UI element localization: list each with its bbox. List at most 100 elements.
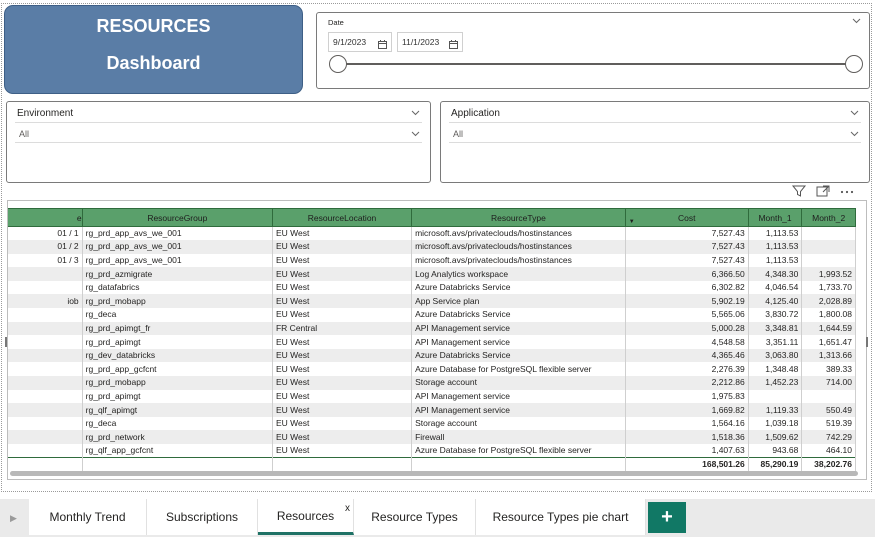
table-cell: 1,644.59 xyxy=(801,321,856,336)
resources-table[interactable]: e ResourceGroup ResourceLocation Resourc… xyxy=(7,200,867,480)
tab-resource-types[interactable]: Resource Types xyxy=(354,499,476,535)
visual-header xyxy=(791,183,855,199)
table-cell: 01 / 2 xyxy=(8,240,83,254)
start-date-input[interactable]: 9/1/2023 xyxy=(328,32,392,52)
table-cell: EU West xyxy=(272,389,413,404)
column-header-label: Cost xyxy=(678,212,696,223)
tab-monthly-trend[interactable]: Monthly Trend xyxy=(29,499,147,535)
column-header[interactable]: ResourceLocation xyxy=(271,208,413,227)
table-cell: 7,527.43 xyxy=(625,253,749,268)
column-header[interactable]: Month_2 xyxy=(801,208,856,227)
divider xyxy=(15,142,422,143)
tab-resources[interactable]: Resources x xyxy=(258,499,354,535)
table-row[interactable]: rg_prd_apimgt EU West API Management servi… xyxy=(8,335,856,349)
sort-descending-icon: ▼ xyxy=(628,219,635,225)
date-start-handle[interactable] xyxy=(329,55,347,73)
more-options-icon[interactable] xyxy=(839,184,855,198)
table-row[interactable]: rg_deca EU West Azure Databricks Service 5,… xyxy=(8,308,856,322)
table-row[interactable]: rg_prd_network EU West Firewall 1,518.36 1,5… xyxy=(8,430,856,444)
chevron-down-icon[interactable] xyxy=(850,131,859,140)
tab-subscriptions[interactable]: Subscriptions xyxy=(147,499,258,535)
table-cell: EU West xyxy=(272,267,413,281)
column-header[interactable]: Month_1 xyxy=(747,208,803,227)
table-row[interactable]: rg_prd_mobapp EU West Storage account 2,212… xyxy=(8,376,856,390)
table-cell: 4,125.40 xyxy=(748,294,803,309)
table-row[interactable]: rg_prd_app_gcfcnt EU West Azure Database f… xyxy=(8,362,856,377)
column-header[interactable]: ResourceGroup xyxy=(81,208,273,227)
column-header-cost[interactable]: Cost ▼ xyxy=(624,208,749,227)
scroll-left-icon[interactable]: ▶ xyxy=(10,513,17,524)
date-slicer-label: Date xyxy=(328,18,344,27)
table-cell: rg_prd_azmigrate xyxy=(82,267,273,281)
table-row[interactable]: rg_dev_databricks EU West Azure Databricks… xyxy=(8,348,856,363)
end-date-input[interactable]: 11/1/2023 xyxy=(397,32,463,52)
table-cell xyxy=(8,403,83,417)
table-cell: microsoft.avs/privateclouds/hostinstance… xyxy=(411,240,626,254)
resize-handle[interactable] xyxy=(866,337,868,347)
date-slicer[interactable]: Date 9/1/2023 11/1/2023 xyxy=(316,12,870,89)
table-row[interactable]: rg_qlf_apimgt EU West API Management servi… xyxy=(8,403,856,417)
table-row[interactable]: rg_deca EU West Storage account 1,564.16 1,0… xyxy=(8,416,856,431)
table-cell: 3,351.11 xyxy=(748,335,803,349)
table-cell: iob xyxy=(8,294,83,309)
table-row[interactable]: rg_prd_apimgt EU West API Management servi… xyxy=(8,389,856,404)
tab-resource-types-pie-chart[interactable]: Resource Types pie chart xyxy=(476,499,646,535)
table-cell: rg_deca xyxy=(82,308,273,322)
filter-icon[interactable] xyxy=(791,184,807,198)
table-cell: rg_prd_app_avs_we_001 xyxy=(82,226,273,241)
total-cell xyxy=(8,457,83,472)
date-end-handle[interactable] xyxy=(845,55,863,73)
table-cell: 4,548.58 xyxy=(625,335,749,349)
table-row[interactable]: iob rg_prd_mobapp EU West App Service plan 5… xyxy=(8,294,856,309)
divider xyxy=(449,142,861,143)
tab-label: Monthly Trend xyxy=(49,510,126,524)
resize-handle[interactable] xyxy=(5,337,7,347)
table-cell: 1,113.53 xyxy=(748,226,803,241)
table-row[interactable]: 01 / 1 rg_prd_app_avs_we_001 EU West micros… xyxy=(8,226,856,241)
environment-slicer[interactable]: Environment All xyxy=(6,101,431,183)
table-cell: API Management service xyxy=(411,321,626,336)
table-row[interactable]: rg_prd_azmigrate EU West Log Analytics wor… xyxy=(8,267,856,281)
table-row[interactable]: rg_qlf_app_gcfcnt EU West Azure Database f… xyxy=(8,444,856,458)
add-page-button[interactable]: + xyxy=(648,502,686,533)
table-cell: 5,902.19 xyxy=(625,294,749,309)
table-cell xyxy=(8,280,83,295)
date-range-track[interactable] xyxy=(337,63,853,65)
environment-value[interactable]: All xyxy=(19,129,29,139)
table-cell: EU West xyxy=(272,226,413,241)
table-cell: 519.39 xyxy=(801,416,856,431)
chevron-down-icon[interactable] xyxy=(850,110,859,119)
table-cell: EU West xyxy=(272,348,413,363)
page-tab-bar: ▶ Monthly Trend Subscriptions Resources … xyxy=(0,499,875,537)
table-cell: 3,063.80 xyxy=(748,348,803,363)
calendar-icon[interactable] xyxy=(378,37,387,55)
table-cell: EU West xyxy=(272,376,413,390)
table-row[interactable]: 01 / 2 rg_prd_app_avs_we_001 EU West micros… xyxy=(8,240,856,254)
focus-mode-icon[interactable] xyxy=(815,184,831,198)
column-header[interactable]: ResourceType xyxy=(411,208,626,227)
table-cell: Firewall xyxy=(411,430,626,444)
chevron-down-icon[interactable] xyxy=(411,110,420,119)
table-row[interactable]: 01 / 3 rg_prd_app_avs_we_001 EU West micros… xyxy=(8,253,856,268)
title-card: RESOURCES Dashboard xyxy=(4,5,303,94)
table-cell: 2,276.39 xyxy=(625,362,749,377)
scrollbar-thumb[interactable] xyxy=(10,471,858,476)
application-slicer[interactable]: Application All xyxy=(440,101,870,183)
chevron-down-icon[interactable] xyxy=(852,18,861,27)
table-row[interactable]: rg_prd_apimgt_fr FR Central API Management… xyxy=(8,321,856,336)
table-cell: EU West xyxy=(272,444,413,458)
column-header[interactable]: e xyxy=(8,208,83,227)
close-icon[interactable]: x xyxy=(345,503,350,514)
table-cell: 6,366.50 xyxy=(625,267,749,281)
table-cell: 5,565.06 xyxy=(625,308,749,322)
chevron-down-icon[interactable] xyxy=(411,131,420,140)
table-cell: EU West xyxy=(272,416,413,431)
table-cell: 01 / 1 xyxy=(8,226,83,241)
table-row[interactable]: rg_datafabrics EU West Azure Databricks Se… xyxy=(8,280,856,295)
application-value[interactable]: All xyxy=(453,129,463,139)
horizontal-scrollbar[interactable] xyxy=(10,471,860,477)
table-cell: Storage account xyxy=(411,416,626,431)
table-cell: App Service plan xyxy=(411,294,626,309)
divider xyxy=(15,122,422,123)
calendar-icon[interactable] xyxy=(449,37,458,55)
